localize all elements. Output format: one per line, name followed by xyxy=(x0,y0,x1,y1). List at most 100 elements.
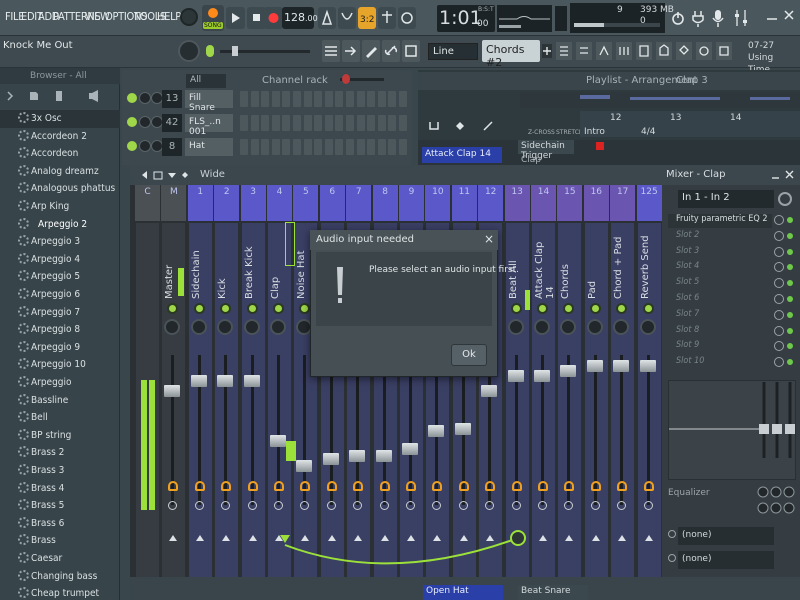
clip-attack-clap[interactable]: Attack Clap 14 xyxy=(422,147,502,163)
browser-item[interactable]: BP string xyxy=(0,427,120,445)
step-button[interactable] xyxy=(324,91,333,107)
effect-slot[interactable]: Slot 8 xyxy=(668,325,772,339)
browser-item[interactable]: Brass 3 xyxy=(0,462,120,480)
browser-item[interactable]: Arpeggio 7 xyxy=(0,304,120,322)
browser-item[interactable]: Arpeggio xyxy=(0,374,120,392)
step-button[interactable] xyxy=(303,115,312,131)
step-button[interactable] xyxy=(314,91,323,107)
browser-item[interactable]: Arpeggio 5 xyxy=(0,268,120,286)
channel-row[interactable]: 13 Fill Snare xyxy=(125,90,410,113)
play-button[interactable] xyxy=(226,7,245,29)
browser-item[interactable]: Accordeon xyxy=(0,145,120,163)
step-button[interactable] xyxy=(303,139,312,155)
step-button[interactable] xyxy=(240,115,248,131)
microphone-button[interactable] xyxy=(710,7,726,29)
browser-item[interactable]: Arp King xyxy=(0,198,120,216)
effect-slot[interactable]: Fruity parametric EQ 2 xyxy=(668,214,772,228)
minimize-button[interactable] xyxy=(765,8,779,22)
slot-mix-knob[interactable] xyxy=(774,309,784,320)
step-button[interactable] xyxy=(356,91,365,107)
channel-number[interactable]: 13 xyxy=(162,90,182,108)
slot-enable-led[interactable] xyxy=(787,217,793,223)
step-button[interactable] xyxy=(335,91,344,107)
channel-pan-knob[interactable] xyxy=(139,140,151,152)
step-button[interactable] xyxy=(282,91,291,107)
browser-item[interactable]: Arpeggio 4 xyxy=(0,251,120,269)
step-button[interactable] xyxy=(399,115,407,131)
step-button[interactable] xyxy=(261,115,270,131)
step-button[interactable] xyxy=(282,115,291,131)
step-button[interactable] xyxy=(261,139,270,155)
step-button[interactable] xyxy=(293,139,301,155)
record-button[interactable] xyxy=(264,7,283,29)
browser-button[interactable] xyxy=(362,40,380,62)
browser-item[interactable]: Analogous phattus xyxy=(0,180,120,198)
channel-pan-knob[interactable] xyxy=(139,116,151,128)
slot-enable-led[interactable] xyxy=(787,311,793,318)
slot-mix-knob[interactable] xyxy=(774,294,784,304)
output-select-1[interactable]: (none) xyxy=(678,527,774,545)
tempo-display[interactable]: 128.000 xyxy=(282,7,323,29)
piano-roll-button[interactable] xyxy=(342,40,360,62)
step-button[interactable] xyxy=(261,91,270,107)
output-select-2[interactable]: (none) xyxy=(678,551,774,569)
step-button[interactable] xyxy=(335,139,344,155)
browser-item[interactable]: Brass 2 xyxy=(0,444,120,462)
step-button[interactable] xyxy=(377,139,386,155)
step-button[interactable] xyxy=(388,139,397,155)
dialog-ok-button[interactable]: Ok xyxy=(451,344,487,366)
step-button[interactable] xyxy=(314,139,323,155)
add-pattern-button[interactable] xyxy=(542,44,552,58)
pattern-select[interactable]: Chords #2 xyxy=(482,40,540,69)
effect-slot[interactable]: Slot 4 xyxy=(668,261,772,275)
mixer-window-controls[interactable] xyxy=(770,169,796,181)
step-button[interactable] xyxy=(271,91,280,107)
browser-item[interactable]: Brass 4 xyxy=(0,480,120,498)
browser-item[interactable]: Arpeggio 8 xyxy=(0,321,120,339)
step-button[interactable] xyxy=(388,91,397,107)
step-button[interactable] xyxy=(346,139,354,155)
effect-slot[interactable]: Slot 9 xyxy=(668,340,772,354)
channel-rack-button[interactable] xyxy=(382,40,400,62)
step-button[interactable] xyxy=(324,139,333,155)
step-button[interactable] xyxy=(271,115,280,131)
slot-mix-knob[interactable] xyxy=(774,215,784,225)
step-button[interactable] xyxy=(399,139,407,155)
step-button[interactable] xyxy=(314,115,323,131)
slot-enable-led[interactable] xyxy=(787,296,793,302)
mixer-settings-button[interactable] xyxy=(733,7,749,29)
effect-slot[interactable]: Slot 10 xyxy=(668,356,772,370)
playlist-window-button[interactable] xyxy=(322,40,340,62)
step-button[interactable] xyxy=(303,91,312,107)
channel-led[interactable] xyxy=(127,141,137,151)
slot-mix-knob[interactable] xyxy=(774,230,784,241)
channel-name-button[interactable]: FLS_..n 001 xyxy=(185,114,233,137)
channel-row[interactable]: 42 FLS_..n 001 xyxy=(125,114,410,137)
effect-slot[interactable]: Slot 7 xyxy=(668,309,772,323)
mixer-view-mode[interactable]: Wide xyxy=(200,169,225,180)
step-button[interactable] xyxy=(240,139,248,155)
channel-pan-knob[interactable] xyxy=(139,92,151,104)
metronome-button[interactable] xyxy=(318,7,336,29)
stats-button[interactable] xyxy=(690,7,706,29)
step-button[interactable] xyxy=(346,115,354,131)
slot-enable-led[interactable] xyxy=(787,232,793,239)
step-button[interactable] xyxy=(367,91,376,107)
pattern-song-toggle[interactable]: SONG xyxy=(202,5,224,31)
effect-slot[interactable]: Slot 3 xyxy=(668,246,772,260)
channel-led[interactable] xyxy=(127,117,137,127)
step-button[interactable] xyxy=(282,139,291,155)
step-button[interactable] xyxy=(293,115,301,131)
step-button[interactable] xyxy=(250,139,259,155)
channel-name-button[interactable]: Hat xyxy=(185,138,233,156)
dialog-close-button[interactable]: × xyxy=(484,232,494,246)
blend-recording-button[interactable] xyxy=(378,7,396,29)
browser-item[interactable]: 3x Osc xyxy=(0,110,120,128)
step-button[interactable] xyxy=(356,139,365,155)
slot-enable-led[interactable] xyxy=(787,327,793,334)
browser-item[interactable]: Arpeggio 3 xyxy=(0,233,120,251)
slot-mix-knob[interactable] xyxy=(774,325,784,336)
clip-sidechain[interactable]: Sidechain Trigger xyxy=(518,140,574,161)
channel-number[interactable]: 8 xyxy=(162,138,182,156)
countdown-button[interactable]: 3:2 xyxy=(358,7,376,29)
